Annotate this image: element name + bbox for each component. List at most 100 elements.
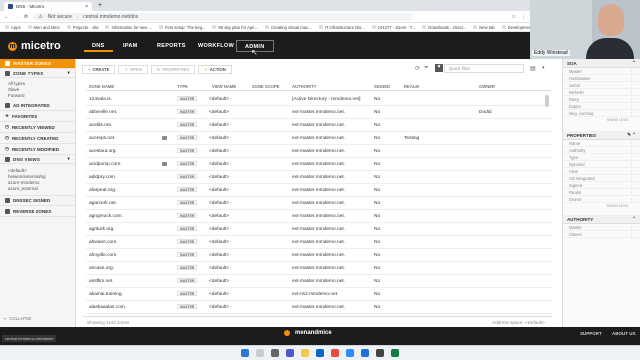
star-icon[interactable]: ☆ [512, 14, 516, 20]
section-dnssec-signed[interactable]: DNSSEC SIGNED [0, 195, 75, 206]
back-icon[interactable]: ← [4, 14, 9, 20]
more-icon[interactable]: ⋮ [630, 190, 634, 195]
table-row[interactable]: agngmuck.com. <default> ext-master.mmdemo.… [86, 210, 552, 223]
section-recently-modified[interactable]: ◷ RECENTLY MODIFIED [0, 144, 75, 155]
bookmark-item[interactable]: Downloads - Oracl... [422, 25, 466, 30]
table-row[interactable]: agarcerk.net. <default> ext-master.mmdemo.… [86, 197, 552, 210]
col-realm[interactable]: REALM [404, 84, 419, 89]
table-row[interactable]: abbeville.net. <default> ext-master.mmdemo… [86, 106, 552, 119]
close-tab-icon[interactable]: × [85, 4, 88, 10]
table-row[interactable]: 123vala.is. <default> [Active Directory - … [86, 93, 552, 106]
dns-views-header[interactable]: DNS VIEWS ▾ [0, 155, 75, 164]
section-favorites[interactable]: ★ FAVORITES [0, 111, 75, 122]
table-row[interactable]: ahwaire.com. <default> ext-master.mmdemo.n… [86, 236, 552, 249]
chrome-icon[interactable] [331, 349, 339, 357]
zone-type-forward[interactable]: Forward [0, 92, 75, 98]
more-icon[interactable]: ⋮ [630, 225, 634, 230]
table-scrollbar[interactable] [545, 95, 549, 107]
edit-icon[interactable]: ✎ ⌃ [627, 132, 636, 138]
about-link[interactable]: ABOUT US [612, 331, 636, 336]
reload-icon[interactable]: ⟳ [24, 14, 28, 20]
more-icon[interactable]: ⋮ [630, 148, 634, 153]
url-field[interactable]: ⚠ Not secure | central.mmdemo.net/dns [33, 12, 414, 21]
open-button[interactable]: ↗ OPEN [118, 64, 148, 74]
bookmark-item[interactable]: Men and Mice [27, 25, 60, 30]
properties-header[interactable]: PROPERTIES ✎ ⌃ [563, 131, 640, 140]
table-row[interactable]: acestaut.org. <default> ext-master.mmdemo.… [86, 145, 552, 158]
new-tab-icon[interactable]: + [98, 2, 102, 9]
more-icon[interactable]: ⋮ [630, 83, 634, 88]
collapse-button[interactable]: «COLLAPSE [4, 316, 31, 321]
zoom-icon[interactable] [346, 349, 354, 357]
nav-dns[interactable]: DNS [84, 40, 113, 52]
more-icon[interactable]: ⋮ [630, 169, 634, 174]
nav-workflow[interactable]: WORKFLOW [190, 40, 242, 52]
bookmark-item[interactable]: 101277 - Zoom - T... [371, 25, 415, 30]
micetro-logo[interactable]: m micetro [8, 40, 61, 52]
bookmark-item[interactable]: Projects - Jira [66, 25, 98, 30]
soa-show-less[interactable]: SHOW LESS [563, 117, 640, 123]
more-icon[interactable]: ⋮ [630, 183, 634, 188]
action-button[interactable]: ✓ ACTION [198, 64, 232, 74]
bookmark-item[interactable]: 90 day plan for Apri... [212, 25, 258, 30]
bookmark-item[interactable]: Development supp... [501, 25, 530, 30]
more-icon[interactable]: ⋮ [630, 111, 634, 116]
table-row[interactable]: acereps.net. <default> ext-master.mmdemo.n… [86, 132, 552, 145]
search-icon[interactable] [256, 349, 264, 357]
col-owner[interactable]: OWNER [479, 84, 495, 89]
table-row[interactable]: adidpry.com. <default> ext-master.mmdemo.n… [86, 171, 552, 184]
more-icon[interactable]: ⋮ [630, 90, 634, 95]
nav-ipam[interactable]: IPAM [115, 40, 146, 52]
forward-icon[interactable]: → [14, 14, 19, 20]
more-icon[interactable]: ⋮ [630, 76, 634, 81]
more-icon[interactable]: ⋮ [630, 155, 634, 160]
teams-icon[interactable] [286, 349, 294, 357]
more-icon[interactable]: ⋮ [630, 197, 634, 202]
create-button[interactable]: + CREATE [82, 64, 116, 74]
support-link[interactable]: SUPPORT [580, 331, 602, 336]
authority-header[interactable]: AUTHORITY ⌃ [563, 215, 640, 224]
master-zones-filter[interactable]: MASTER ZONES [0, 59, 75, 69]
menu-icon[interactable]: ⋮ [521, 14, 526, 20]
table-row[interactable]: acelds.net. <default> ext-master.mmdemo.ne… [86, 119, 552, 132]
bookmark-item[interactable]: New tab [473, 25, 495, 30]
bookmark-item[interactable]: Information for new ... [105, 25, 152, 30]
quick-filter-input[interactable]: Quick filter [444, 64, 524, 73]
section-recently-viewed[interactable]: ◷ RECENTLY VIEWED [0, 122, 75, 133]
bookmark-item[interactable]: First setup: The keg... [158, 25, 205, 30]
bookmark-item[interactable]: Creating virtual mac... [264, 25, 312, 30]
table-row[interactable]: airsflim.net. <default> ext-master.mmdemo.… [86, 275, 552, 288]
col-signed[interactable]: SIGNED [374, 84, 390, 89]
section-reverse-zones[interactable]: REVERSE ZONES [0, 206, 75, 217]
col-authority[interactable]: AUTHORITY [292, 84, 316, 89]
bookmark-item[interactable]: IT infrastructure Dis... [318, 25, 365, 30]
bookmark-item[interactable]: Apps [5, 25, 21, 30]
more-icon[interactable]: ⋮ [630, 69, 634, 74]
section-recently-created[interactable]: ◷ RECENTLY CREATED [0, 133, 75, 144]
more-icon[interactable]: ⋮ [630, 162, 634, 167]
chevron-down-icon[interactable]: ▾ [542, 65, 545, 71]
more-icon[interactable]: ⋮ [630, 232, 634, 237]
table-row[interactable]: ahoydle.com. <default> ext-master.mmdemo.n… [86, 249, 552, 262]
file-explorer-icon[interactable] [301, 349, 309, 357]
col-zone-name[interactable]: ZONE NAME [89, 84, 114, 89]
refresh-icon[interactable]: ⟳ [415, 65, 420, 72]
table-row[interactable]: agriturk.org. <default> ext-master.mmdemo.… [86, 223, 552, 236]
table-row[interactable]: afarpeat.org. <default> ext-master.mmdemo.… [86, 184, 552, 197]
zone-types-header[interactable]: ZONE TYPES ▾ [0, 69, 75, 78]
funnel-icon[interactable]: ▼ [435, 64, 443, 72]
more-icon[interactable]: ⋮ [630, 176, 634, 181]
terminal-icon[interactable] [376, 349, 384, 357]
nav-reports[interactable]: REPORTS [149, 40, 194, 52]
more-icon[interactable]: ⋮ [630, 97, 634, 102]
col-zone-scope[interactable]: ZONE SCOPE [252, 84, 279, 89]
excel-icon[interactable] [391, 349, 399, 357]
table-row[interactable]: alaskaaalas.com. <default> ext-master.mmde… [86, 301, 552, 314]
task-view-icon[interactable] [271, 349, 279, 357]
properties-show-less[interactable]: SHOW LESS [563, 203, 640, 209]
properties-button[interactable]: ✎ PROPERTIES [150, 64, 196, 74]
section-ad-integrated[interactable]: AD INTEGRATED [0, 100, 75, 111]
columns-icon[interactable]: ▤ [530, 65, 536, 72]
outlook-icon[interactable] [361, 349, 369, 357]
soa-header[interactable]: SOA ⌃ [563, 59, 640, 68]
